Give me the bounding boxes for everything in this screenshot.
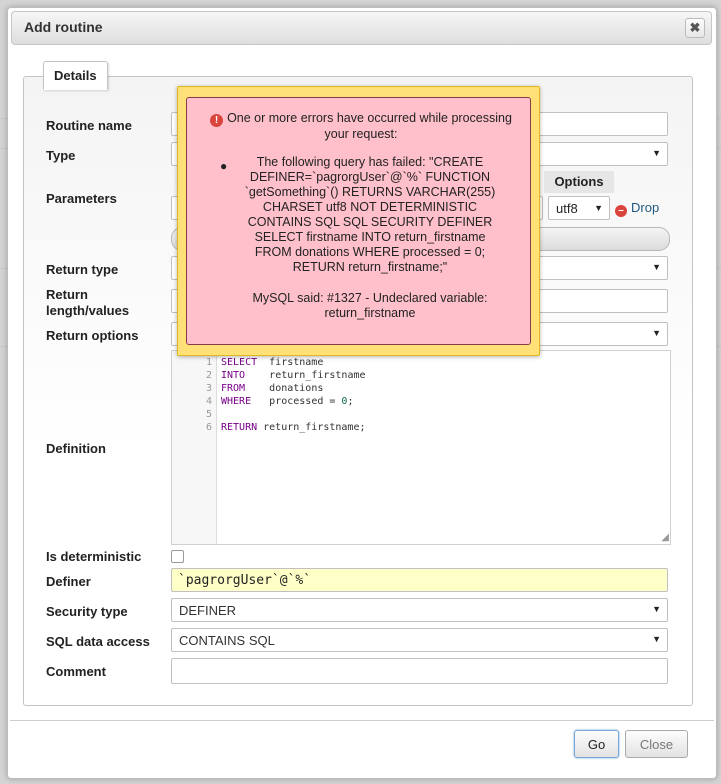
parameters-label: Parameters [46, 191, 117, 206]
is-deterministic-checkbox[interactable] [171, 550, 184, 563]
error-popup: ! One or more errors have occurred while … [177, 86, 540, 356]
chevron-down-icon: ▼ [652, 328, 661, 338]
bullet-icon: ● [220, 159, 228, 173]
error-mysql-said: MySQL said: #1327 - Undeclared variable:… [252, 291, 488, 320]
line-number: 6 [205, 422, 212, 433]
code-line: SELECT firstname [221, 357, 324, 368]
error-heading: ! One or more errors have occurred while … [201, 111, 521, 142]
code-line: INTO return_firstname [221, 370, 366, 381]
sql-data-access-value: CONTAINS SQL [179, 633, 275, 648]
routine-name-label: Routine name [46, 118, 132, 133]
definition-editor[interactable]: 1 SELECT firstname 2 INTO return_firstname 3… [171, 350, 671, 545]
chevron-down-icon: ▼ [652, 262, 661, 272]
chevron-down-icon: ▼ [652, 148, 661, 158]
security-type-label: Security type [46, 604, 128, 619]
add-routine-dialog: Add routine ✖ Details Routine name Type … [7, 7, 717, 779]
return-options-label: Return options [46, 328, 139, 343]
definer-label: Definer [46, 574, 91, 589]
error-message-box: ! One or more errors have occurred while … [186, 97, 531, 345]
code-line: WHERE processed = 0; [221, 396, 354, 407]
security-type-value: DEFINER [179, 603, 237, 618]
close-icon[interactable]: ✖ [685, 18, 705, 38]
charset-select[interactable]: utf8 ▼ [548, 196, 610, 220]
drop-parameter-link[interactable]: – Drop [615, 200, 659, 217]
close-button[interactable]: Close [625, 730, 688, 758]
tab-details[interactable]: Details [43, 61, 108, 90]
line-number: 2 [205, 370, 212, 381]
security-type-select[interactable]: DEFINER ▼ [171, 598, 668, 622]
chevron-down-icon: ▼ [594, 203, 603, 213]
options-column-header: Options [544, 171, 614, 193]
return-length-label-line2: length/values [46, 303, 130, 318]
footer-divider [10, 720, 714, 721]
type-label: Type [46, 148, 76, 163]
dialog-title: Add routine [24, 19, 103, 35]
definer-input[interactable]: `pagrorgUser`@`%` [171, 568, 668, 592]
drop-label: Drop [631, 200, 660, 215]
resize-handle-icon[interactable]: ◢ [661, 533, 669, 543]
line-number: 5 [205, 409, 212, 420]
is-deterministic-label: Is deterministic [46, 549, 142, 564]
definition-label: Definition [46, 441, 106, 456]
sql-data-access-label: SQL data access [46, 634, 150, 649]
go-button[interactable]: Go [574, 730, 619, 758]
comment-input[interactable] [171, 658, 668, 684]
error-heading-text: One or more errors have occurred while p… [227, 111, 512, 141]
remove-icon: – [615, 205, 627, 217]
dialog-titlebar[interactable]: Add routine ✖ [11, 11, 712, 45]
error-icon: ! [210, 114, 224, 127]
chevron-down-icon: ▼ [652, 604, 661, 614]
sql-data-access-select[interactable]: CONTAINS SQL ▼ [171, 628, 668, 652]
line-number: 4 [205, 396, 212, 407]
error-query-text: The following query has failed: "CREATE … [244, 155, 496, 274]
return-type-label: Return type [46, 262, 119, 277]
charset-value: utf8 [556, 201, 578, 216]
code-line: RETURN return_firstname; [221, 422, 366, 433]
chevron-down-icon: ▼ [652, 634, 661, 644]
code-line: FROM donations [221, 383, 324, 394]
line-number: 1 [205, 357, 212, 368]
comment-label: Comment [46, 664, 106, 679]
line-number: 3 [205, 383, 212, 394]
return-length-label-line1: Return [46, 287, 88, 302]
